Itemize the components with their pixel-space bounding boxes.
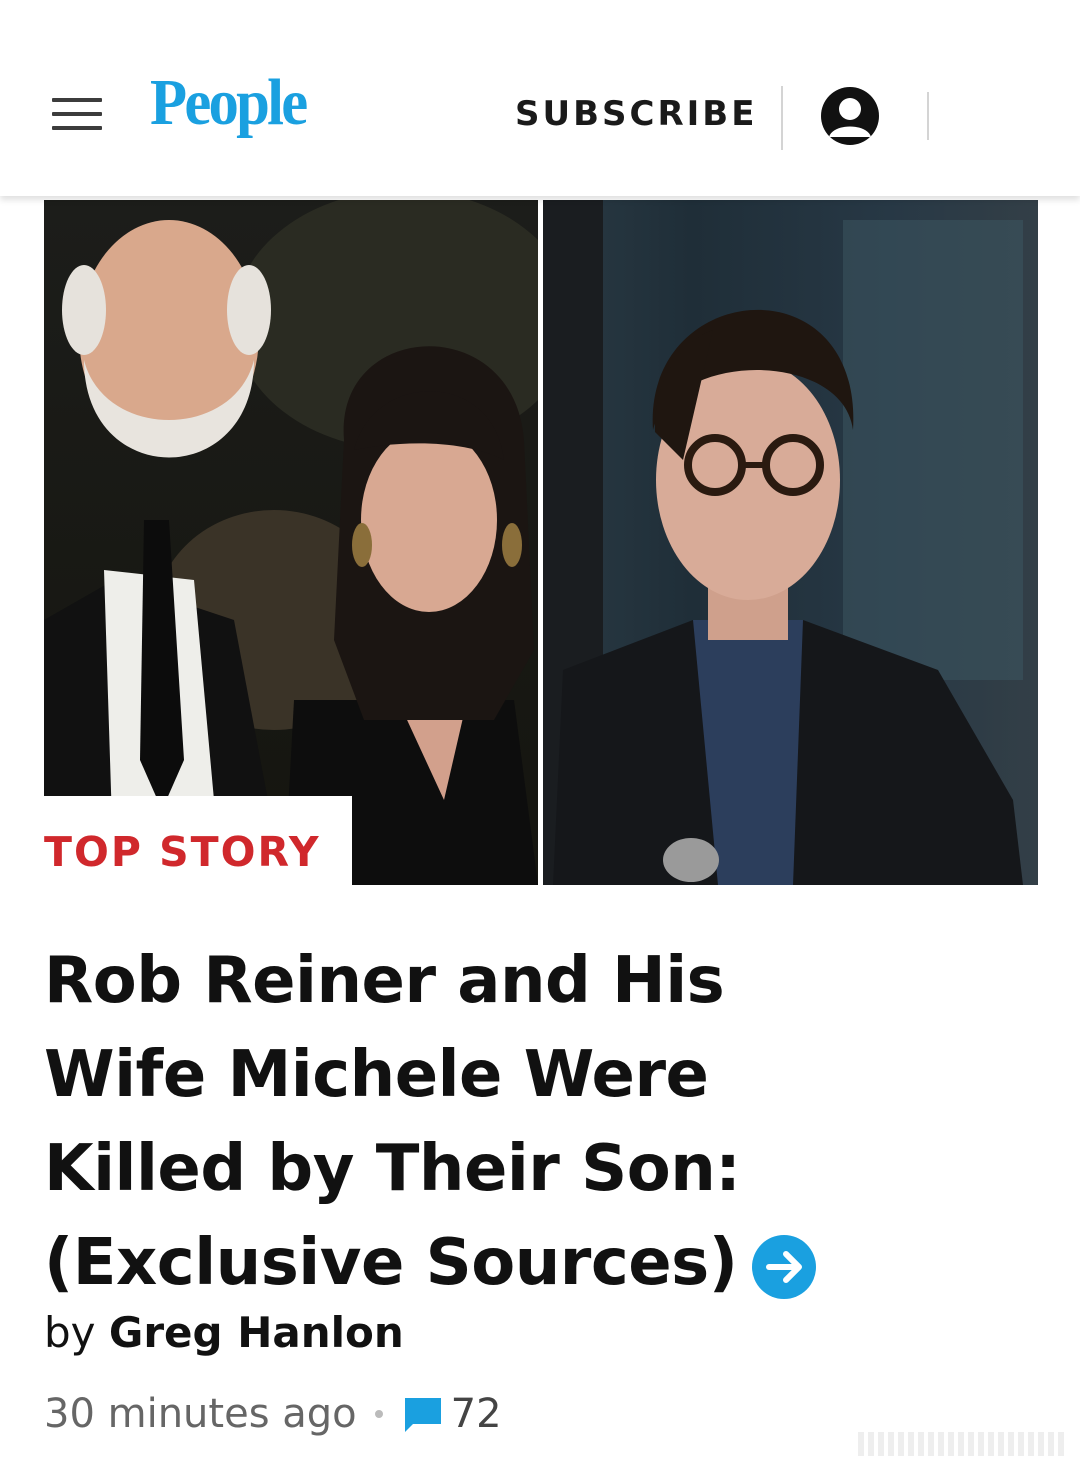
hero-image[interactable] xyxy=(44,200,1038,885)
top-story-label[interactable]: TOP STORY xyxy=(44,832,321,873)
headline-line: Killed by Their Son: xyxy=(44,1132,741,1206)
headline-last-line: (Exclusive Sources) xyxy=(44,1216,816,1310)
menu-icon[interactable] xyxy=(52,98,104,134)
header-divider xyxy=(781,86,783,150)
article-meta: 30 minutes ago 72 xyxy=(44,1392,502,1436)
subscribe-button[interactable]: SUBSCRIBE xyxy=(515,97,757,131)
photo-couple xyxy=(44,200,538,885)
article-headline[interactable]: Rob Reiner and His Wife Michele Were Kil… xyxy=(44,934,924,1310)
byline-prefix: by xyxy=(44,1308,96,1357)
author-link[interactable]: Greg Hanlon xyxy=(109,1308,404,1357)
arrow-right-icon[interactable] xyxy=(751,1235,816,1299)
headline-line: Wife Michele Were xyxy=(44,1038,709,1112)
photo-son xyxy=(543,200,1038,885)
byline: by Greg Hanlon xyxy=(44,1312,404,1354)
site-header: People SUBSCRIBE xyxy=(0,0,1080,196)
headline-line: Rob Reiner and His xyxy=(44,944,725,1018)
account-icon[interactable] xyxy=(821,87,879,145)
header-divider-right xyxy=(927,92,929,140)
comment-count[interactable]: 72 xyxy=(451,1394,502,1434)
comment-icon[interactable] xyxy=(401,1392,445,1436)
article-page: People SUBSCRIBE TOP STORY Rob Reiner an… xyxy=(0,0,1080,1465)
timestamp: 30 minutes ago xyxy=(44,1391,357,1437)
separator-dot xyxy=(374,1410,383,1418)
people-logo[interactable]: People xyxy=(150,70,308,136)
headline-line: (Exclusive Sources) xyxy=(44,1226,738,1300)
watermark-strip xyxy=(858,1432,1068,1456)
